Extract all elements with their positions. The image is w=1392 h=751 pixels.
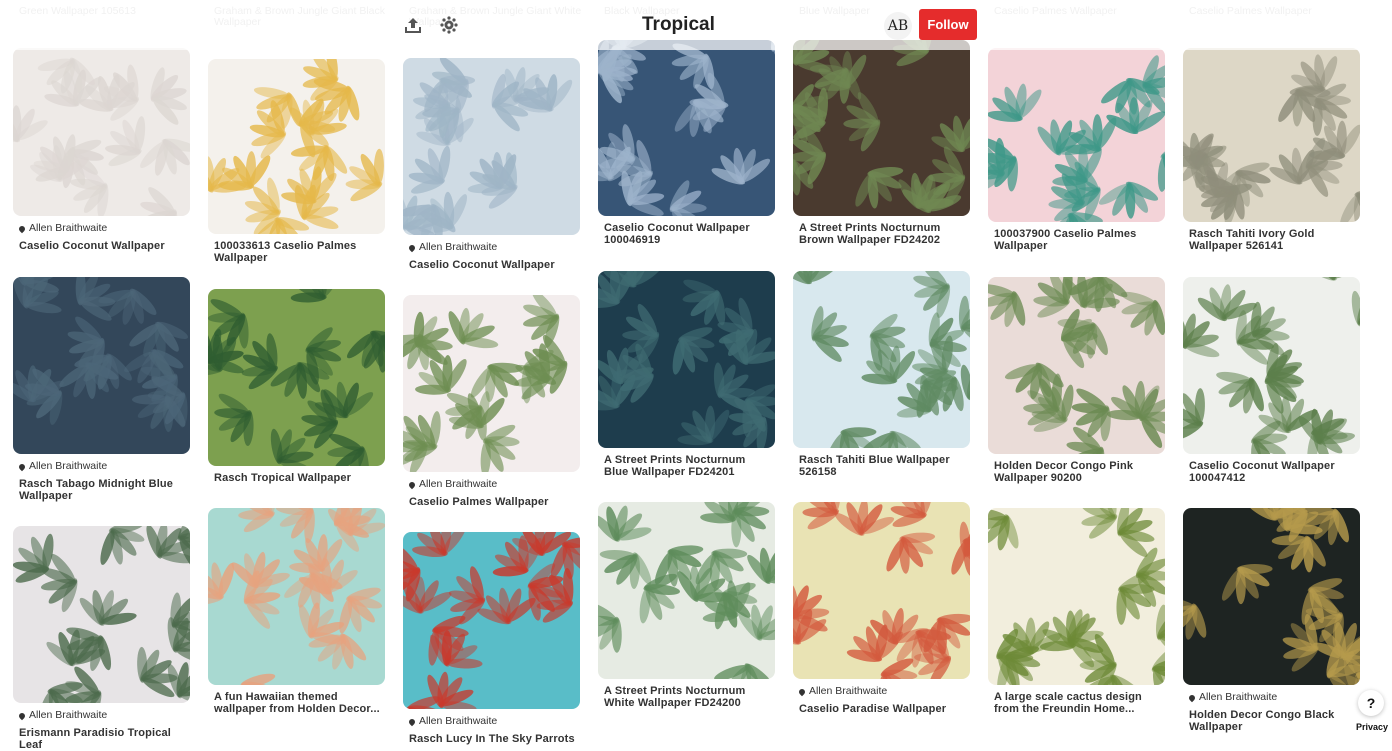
pin-image[interactable] — [208, 59, 385, 234]
pin-image[interactable] — [403, 532, 580, 709]
pin-title[interactable]: Caselio Palmes Wallpaper — [409, 496, 577, 508]
pin-title[interactable]: Caselio Coconut Wallpaper — [409, 259, 577, 271]
pin-source-icon — [407, 480, 417, 489]
pin-image[interactable] — [793, 271, 970, 448]
board-title: Tropical — [642, 14, 715, 35]
pin-source-name: Allen Braithwaite — [29, 709, 108, 721]
pin-meta: Rasch Tahiti Blue Wallpaper 526158 — [799, 454, 967, 478]
pin-meta: A Street Prints Nocturnum Blue Wallpaper… — [604, 454, 772, 478]
help-button[interactable]: ? — [1358, 690, 1384, 716]
pin-title[interactable]: Caselio Coconut Wallpaper — [19, 240, 187, 252]
pin-title[interactable]: Caselio Paradise Wallpaper — [799, 703, 967, 715]
pin-image[interactable] — [403, 58, 580, 235]
pin-meta: Allen Braithwaite Rasch Tabago Midnight B… — [17, 460, 187, 502]
pin-title[interactable]: A Street Prints Nocturnum White Wallpape… — [604, 685, 772, 709]
share-icon[interactable] — [402, 14, 424, 36]
settings-gear-icon[interactable] — [438, 14, 460, 36]
pin-title[interactable]: Erismann Paradisio Tropical Leaf — [19, 727, 187, 751]
pin-image[interactable] — [1183, 277, 1360, 454]
pin-meta: 100037900 Caselio Palmes Wallpaper — [994, 228, 1162, 252]
pin-source-icon — [17, 711, 27, 720]
pin-image[interactable] — [1183, 508, 1360, 685]
follow-button[interactable]: Follow — [919, 9, 977, 40]
pin-title[interactable]: Holden Decor Congo Black Wallpaper — [1189, 709, 1357, 733]
pin-title[interactable]: A large scale cactus design from the Fre… — [994, 691, 1162, 715]
pin-source-name: Allen Braithwaite — [419, 478, 498, 490]
pin-title[interactable]: Rasch Tahiti Ivory Gold Wallpaper 526141 — [1189, 228, 1357, 252]
pin-source[interactable]: Allen Braithwaite — [17, 222, 187, 235]
pin-source-icon — [797, 687, 807, 696]
pin-meta: Allen Braithwaite Holden Decor Congo Blac… — [1187, 691, 1357, 733]
pin-meta: A Street Prints Nocturnum White Wallpape… — [604, 685, 772, 709]
pin-meta: Allen Braithwaite Caselio Paradise Wallpa… — [797, 685, 967, 715]
pin-title[interactable]: Rasch Lucy In The Sky Parrots — [409, 733, 577, 745]
pin-source[interactable]: Allen Braithwaite — [17, 709, 187, 722]
pin-image[interactable] — [403, 295, 580, 472]
pin-title[interactable]: A Street Prints Nocturnum Brown Wallpape… — [799, 222, 967, 246]
board-header: Tropical AB Follow — [0, 0, 1392, 50]
avatar[interactable]: AB — [884, 12, 912, 40]
pin-source-name: Allen Braithwaite — [419, 715, 498, 727]
pin-image[interactable] — [988, 48, 1165, 222]
pin-meta: Allen Braithwaite Caselio Coconut Wallpap… — [17, 222, 187, 252]
pin-meta: Allen Braithwaite Caselio Palmes Wallpape… — [407, 478, 577, 508]
pin-source-icon — [407, 717, 417, 726]
pin-image[interactable] — [13, 277, 190, 454]
pin-meta: 100033613 Caselio Palmes Wallpaper — [214, 240, 382, 264]
pin-title[interactable]: Rasch Tropical Wallpaper — [214, 472, 382, 484]
privacy-link[interactable]: Privacy — [1356, 722, 1388, 732]
pin-title[interactable]: Holden Decor Congo Pink Wallpaper 90200 — [994, 460, 1162, 484]
pin-meta: Allen Braithwaite Caselio Coconut Wallpap… — [407, 241, 577, 271]
pin-meta: Rasch Tropical Wallpaper — [214, 472, 382, 484]
pin-meta: A fun Hawaiian themed wallpaper from Hol… — [214, 691, 382, 715]
pin-meta: Allen Braithwaite Rasch Lucy In The Sky P… — [407, 715, 577, 745]
pin-image[interactable] — [598, 502, 775, 679]
pin-title[interactable]: 100037900 Caselio Palmes Wallpaper — [994, 228, 1162, 252]
pin-source[interactable]: Allen Braithwaite — [407, 241, 577, 254]
pin-title[interactable]: Rasch Tahiti Blue Wallpaper 526158 — [799, 454, 967, 478]
pin-image[interactable] — [208, 508, 385, 685]
pin-title[interactable]: A fun Hawaiian themed wallpaper from Hol… — [214, 691, 382, 715]
pin-source-name: Allen Braithwaite — [1199, 691, 1278, 703]
pin-image[interactable] — [598, 271, 775, 448]
pin-source[interactable]: Allen Braithwaite — [797, 685, 967, 698]
pin-image[interactable] — [1183, 48, 1360, 222]
pin-meta: Allen Braithwaite Erismann Paradisio Trop… — [17, 709, 187, 751]
pin-image[interactable] — [988, 508, 1165, 685]
pin-image[interactable] — [598, 40, 775, 216]
pin-source-name: Allen Braithwaite — [419, 241, 498, 253]
pin-source-icon — [17, 462, 27, 471]
pin-source-icon — [1187, 693, 1197, 702]
pin-meta: Caselio Coconut Wallpaper 100046919 — [604, 222, 772, 246]
pin-image[interactable] — [793, 502, 970, 679]
pin-image[interactable] — [208, 289, 385, 466]
pin-title[interactable]: 100033613 Caselio Palmes Wallpaper — [214, 240, 382, 264]
pin-source[interactable]: Allen Braithwaite — [407, 715, 577, 728]
pin-title[interactable]: Caselio Coconut Wallpaper 100047412 — [1189, 460, 1357, 484]
pin-title[interactable]: Rasch Tabago Midnight Blue Wallpaper — [19, 478, 187, 502]
pin-source-name: Allen Braithwaite — [29, 460, 108, 472]
pin-source[interactable]: Allen Braithwaite — [17, 460, 187, 473]
pin-image[interactable] — [13, 48, 190, 216]
pin-source-icon — [407, 243, 417, 252]
pin-source-name: Allen Braithwaite — [29, 222, 108, 234]
pin-meta: Holden Decor Congo Pink Wallpaper 90200 — [994, 460, 1162, 484]
pin-image[interactable] — [793, 40, 970, 216]
pin-title[interactable]: A Street Prints Nocturnum Blue Wallpaper… — [604, 454, 772, 478]
pin-meta: Rasch Tahiti Ivory Gold Wallpaper 526141 — [1189, 228, 1357, 252]
pin-meta: A Street Prints Nocturnum Brown Wallpape… — [799, 222, 967, 246]
pin-source-icon — [17, 224, 27, 233]
pin-meta: Caselio Coconut Wallpaper 100047412 — [1189, 460, 1357, 484]
pin-image[interactable] — [988, 277, 1165, 454]
pin-source-name: Allen Braithwaite — [809, 685, 888, 697]
pin-source[interactable]: Allen Braithwaite — [407, 478, 577, 491]
pin-meta: A large scale cactus design from the Fre… — [994, 691, 1162, 715]
pin-source[interactable]: Allen Braithwaite — [1187, 691, 1357, 704]
pin-image[interactable] — [13, 526, 190, 703]
pin-title[interactable]: Caselio Coconut Wallpaper 100046919 — [604, 222, 772, 246]
